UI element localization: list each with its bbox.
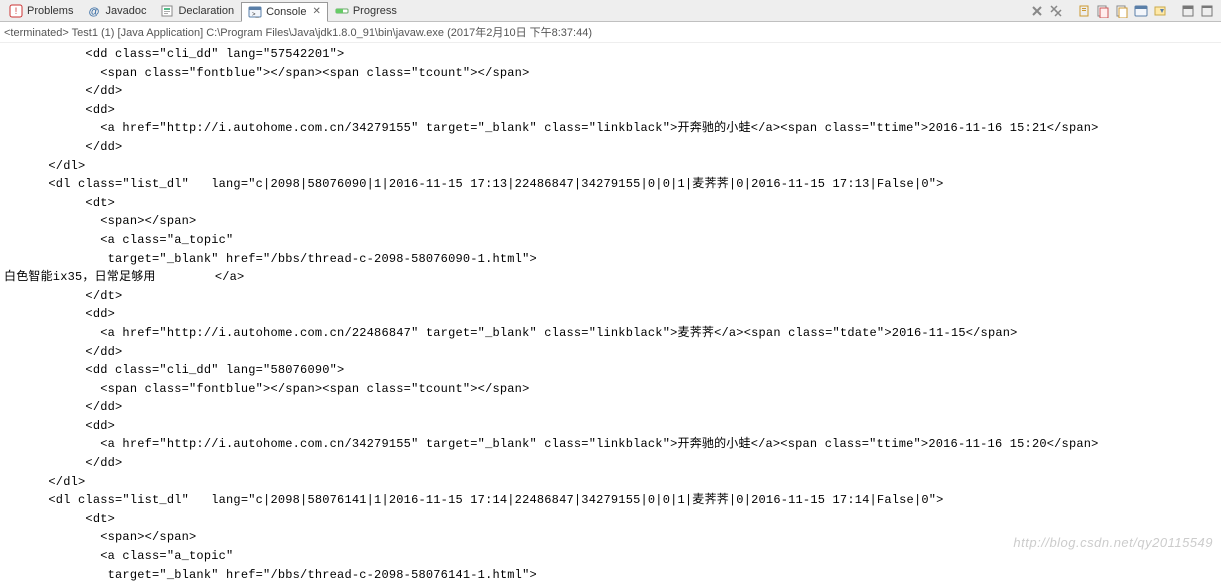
scroll-lock-icon[interactable] bbox=[1076, 3, 1092, 19]
remove-launch-icon[interactable] bbox=[1029, 3, 1045, 19]
pin-console-icon[interactable] bbox=[1114, 3, 1130, 19]
tab-declaration[interactable]: Declaration bbox=[153, 1, 241, 21]
tab-progress[interactable]: Progress bbox=[328, 1, 404, 21]
minimize-icon[interactable] bbox=[1180, 3, 1196, 19]
console-output[interactable]: <dd class="cli_dd" lang="57542201"> <spa… bbox=[0, 43, 1221, 586]
tab-label: Console bbox=[266, 6, 306, 18]
maximize-icon[interactable] bbox=[1199, 3, 1215, 19]
close-icon[interactable]: ✕ bbox=[312, 6, 320, 17]
javadoc-icon: @ bbox=[87, 4, 101, 18]
console-toolbar bbox=[1029, 3, 1219, 19]
tab-problems[interactable]: ! Problems bbox=[2, 1, 80, 21]
view-tab-bar: ! Problems @ Javadoc Declaration >_ Cons… bbox=[0, 0, 1221, 22]
open-console-icon[interactable] bbox=[1152, 3, 1168, 19]
svg-text:!: ! bbox=[15, 6, 18, 16]
clear-console-icon[interactable] bbox=[1095, 3, 1111, 19]
remove-all-icon[interactable] bbox=[1048, 3, 1064, 19]
tab-javadoc[interactable]: @ Javadoc bbox=[80, 1, 153, 21]
tab-label: Javadoc bbox=[105, 5, 146, 17]
svg-text:>_: >_ bbox=[252, 12, 260, 18]
tab-label: Progress bbox=[353, 5, 397, 17]
launch-status: <terminated> Test1 (1) [Java Application… bbox=[0, 22, 1221, 43]
svg-text:@: @ bbox=[89, 6, 100, 18]
tab-label: Problems bbox=[27, 5, 73, 17]
tab-label: Declaration bbox=[178, 5, 234, 17]
progress-icon bbox=[335, 4, 349, 18]
console-icon: >_ bbox=[248, 5, 262, 19]
problems-icon: ! bbox=[9, 4, 23, 18]
display-console-icon[interactable] bbox=[1133, 3, 1149, 19]
tab-console[interactable]: >_ Console ✕ bbox=[241, 2, 328, 22]
declaration-icon bbox=[160, 4, 174, 18]
